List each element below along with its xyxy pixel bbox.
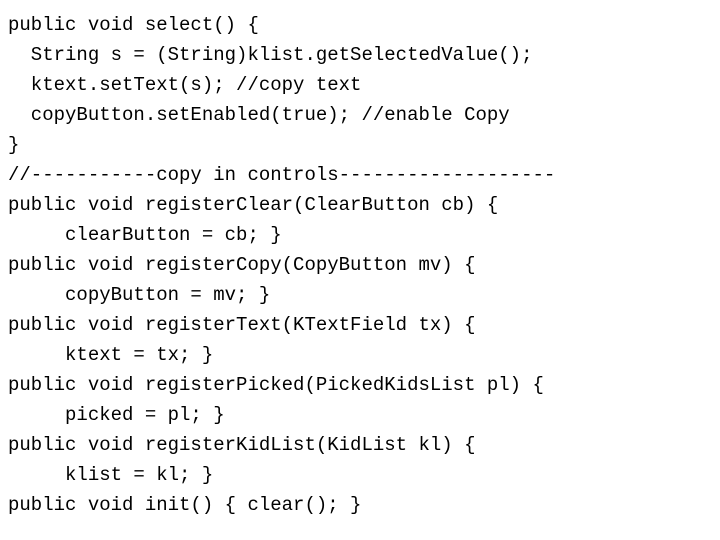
code-line: public void registerText(KTextField tx) … — [8, 314, 475, 336]
code-line: picked = pl; } — [8, 404, 225, 426]
code-line: klist = kl; } — [8, 464, 213, 486]
code-line: public void registerPicked(PickedKidsLis… — [8, 374, 544, 396]
code-line: copyButton.setEnabled(true); //enable Co… — [8, 104, 510, 126]
code-line: public void registerCopy(CopyButton mv) … — [8, 254, 475, 276]
code-line: String s = (String)klist.getSelectedValu… — [8, 44, 533, 66]
code-line: public void registerClear(ClearButton cb… — [8, 194, 498, 216]
code-line: } — [8, 134, 19, 156]
code-line: ktext = tx; } — [8, 344, 213, 366]
code-line: public void select() { — [8, 14, 259, 36]
code-line: clearButton = cb; } — [8, 224, 282, 246]
code-snippet: public void select() { String s = (Strin… — [0, 0, 720, 530]
code-line: copyButton = mv; } — [8, 284, 270, 306]
code-line: ktext.setText(s); //copy text — [8, 74, 361, 96]
code-line: public void init() { clear(); } — [8, 494, 361, 516]
code-line: public void registerKidList(KidList kl) … — [8, 434, 475, 456]
code-line: //-----------copy in controls-----------… — [8, 164, 555, 186]
